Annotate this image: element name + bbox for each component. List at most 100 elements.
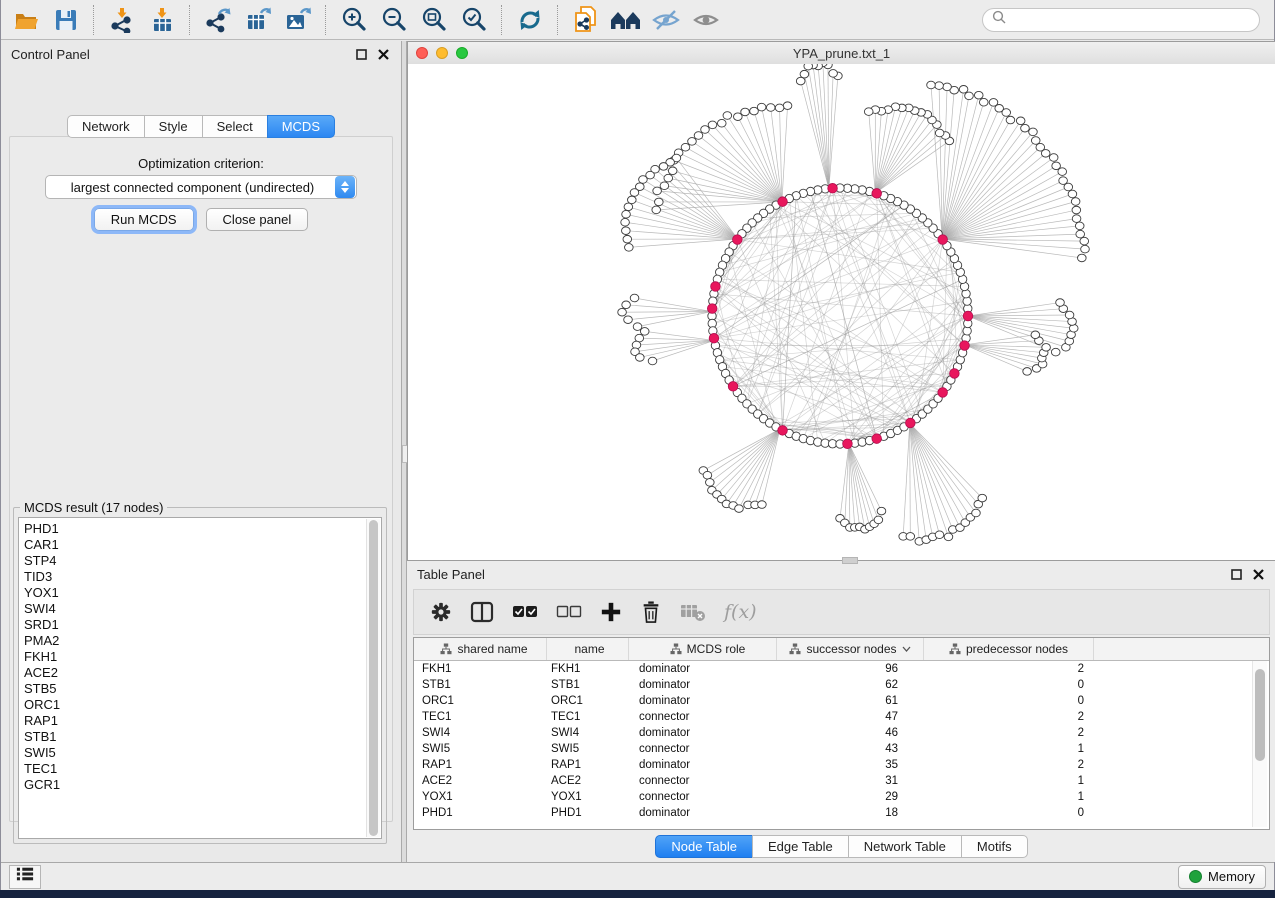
tab-network-table[interactable]: Network Table: [848, 835, 962, 858]
select-all-columns-icon[interactable]: [512, 605, 538, 619]
mcds-result-node[interactable]: STB5: [24, 681, 381, 697]
save-session-button[interactable]: [49, 4, 83, 36]
mcds-result-list[interactable]: PHD1CAR1STP4TID3YOX1SWI4SRD1PMA2FKH1ACE2…: [18, 517, 382, 839]
import-table-button[interactable]: [145, 4, 179, 36]
minimize-window-icon[interactable]: [436, 47, 448, 59]
mcds-result-node[interactable]: RAP1: [24, 713, 381, 729]
toolbar-separator: [93, 5, 95, 35]
control-panel-tabs: Network Style Select MCDS: [1, 115, 401, 138]
column-header-shared-name[interactable]: shared name: [414, 638, 547, 660]
control-panel: Control Panel Network Style Select MCDS …: [1, 41, 401, 862]
zoom-fit-button[interactable]: [417, 4, 451, 36]
export-table-button[interactable]: [241, 4, 275, 36]
network-canvas[interactable]: [408, 64, 1275, 560]
deselect-all-columns-icon[interactable]: [556, 605, 582, 619]
mcds-result-node[interactable]: TID3: [24, 569, 381, 585]
first-neighbors-button[interactable]: [609, 4, 643, 36]
table-row[interactable]: ORC1 ORC1 dominator 61 0: [414, 693, 1269, 709]
tab-mcds[interactable]: MCDS: [267, 115, 335, 138]
mcds-result-node[interactable]: CAR1: [24, 537, 381, 553]
table-panel: Table Panel f(x) shared name name: [407, 561, 1275, 862]
search-field[interactable]: [982, 8, 1260, 32]
hide-selected-button[interactable]: [649, 4, 683, 36]
settings-gear-icon[interactable]: [430, 601, 452, 623]
float-panel-icon[interactable]: [353, 46, 369, 62]
mcds-result-node[interactable]: SRD1: [24, 617, 381, 633]
mcds-result-node[interactable]: FKH1: [24, 649, 381, 665]
mcds-result-node[interactable]: TEC1: [24, 761, 381, 777]
table-row[interactable]: SWI4 SWI4 dominator 46 2: [414, 725, 1269, 741]
table-row[interactable]: SWI5 SWI5 connector 43 1: [414, 741, 1269, 757]
floppy-disk-icon: [53, 7, 79, 33]
table-row[interactable]: TEC1 TEC1 connector 47 2: [414, 709, 1269, 725]
mcds-result-node[interactable]: SWI4: [24, 601, 381, 617]
duplicate-network-button[interactable]: [569, 4, 603, 36]
mcds-result-node[interactable]: STP4: [24, 553, 381, 569]
dropdown-stepper-icon: [335, 176, 355, 198]
task-history-button[interactable]: [9, 865, 41, 889]
column-header-name[interactable]: name: [547, 638, 629, 660]
table-row[interactable]: YOX1 YOX1 connector 29 1: [414, 789, 1269, 805]
search-icon: [992, 10, 1006, 29]
horizontal-splitter-grip[interactable]: [842, 557, 858, 564]
close-panel-button[interactable]: Close panel: [206, 208, 309, 231]
table-row[interactable]: RAP1 RAP1 dominator 35 2: [414, 757, 1269, 773]
mcds-result-node[interactable]: ORC1: [24, 697, 381, 713]
network-window-titlebar[interactable]: YPA_prune.txt_1: [408, 42, 1275, 65]
search-input[interactable]: [1012, 12, 1250, 28]
tab-edge-table[interactable]: Edge Table: [752, 835, 849, 858]
table-scrollbar[interactable]: [1252, 661, 1267, 827]
export-network-icon: [204, 7, 232, 33]
add-column-icon[interactable]: [600, 601, 622, 623]
zoom-in-button[interactable]: [337, 4, 371, 36]
table-row[interactable]: FKH1 FKH1 dominator 96 2: [414, 661, 1269, 677]
export-network-button[interactable]: [201, 4, 235, 36]
mcds-result-node[interactable]: GCR1: [24, 777, 381, 793]
hierarchy-icon: [440, 643, 452, 655]
column-header-successor-nodes[interactable]: successor nodes: [777, 638, 924, 660]
tab-select[interactable]: Select: [202, 115, 268, 138]
mcds-result-node[interactable]: PHD1: [24, 521, 381, 537]
table-row[interactable]: PHD1 PHD1 dominator 18 0: [414, 805, 1269, 821]
close-window-icon[interactable]: [416, 47, 428, 59]
toolbar-separator: [501, 5, 503, 35]
table-header-row: shared name name MCDS role successor nod…: [414, 638, 1269, 661]
tab-node-table[interactable]: Node Table: [655, 835, 753, 858]
import-network-icon: [108, 7, 136, 33]
open-file-button[interactable]: [9, 4, 43, 36]
zoom-selected-button[interactable]: [457, 4, 491, 36]
mcds-list-scrollbar[interactable]: [366, 519, 380, 837]
delete-columns-icon[interactable]: [640, 600, 662, 624]
zoom-out-icon: [380, 6, 408, 34]
refresh-layout-button[interactable]: [513, 4, 547, 36]
zoom-out-button[interactable]: [377, 4, 411, 36]
close-table-panel-icon[interactable]: [1250, 566, 1266, 582]
mcds-result-node[interactable]: YOX1: [24, 585, 381, 601]
close-panel-icon[interactable]: [375, 46, 391, 62]
column-header-predecessor-nodes[interactable]: predecessor nodes: [924, 638, 1094, 660]
mcds-result-node[interactable]: ACE2: [24, 665, 381, 681]
maximize-window-icon[interactable]: [456, 47, 468, 59]
export-image-button[interactable]: [281, 4, 315, 36]
mcds-result-node[interactable]: SWI5: [24, 745, 381, 761]
memory-status-icon: [1189, 870, 1202, 883]
mcds-result-node[interactable]: STB1: [24, 729, 381, 745]
float-table-panel-icon[interactable]: [1228, 566, 1244, 582]
network-graph[interactable]: [408, 64, 1275, 560]
status-bar: Memory: [1, 862, 1274, 890]
criterion-dropdown[interactable]: largest connected component (undirected): [45, 175, 357, 199]
import-network-button[interactable]: [105, 4, 139, 36]
run-mcds-button[interactable]: Run MCDS: [94, 208, 194, 231]
table-panel-title: Table Panel: [417, 567, 1222, 582]
show-all-button[interactable]: [689, 4, 723, 36]
toggle-columns-icon[interactable]: [470, 601, 494, 623]
memory-button[interactable]: Memory: [1178, 865, 1266, 889]
column-header-mcds-role[interactable]: MCDS role: [629, 638, 777, 660]
tab-motifs[interactable]: Motifs: [961, 835, 1028, 858]
list-icon: [15, 865, 35, 888]
tab-style[interactable]: Style: [144, 115, 203, 138]
mcds-result-node[interactable]: PMA2: [24, 633, 381, 649]
table-row[interactable]: STB1 STB1 dominator 62 0: [414, 677, 1269, 693]
tab-network[interactable]: Network: [67, 115, 145, 138]
table-row[interactable]: ACE2 ACE2 connector 31 1: [414, 773, 1269, 789]
